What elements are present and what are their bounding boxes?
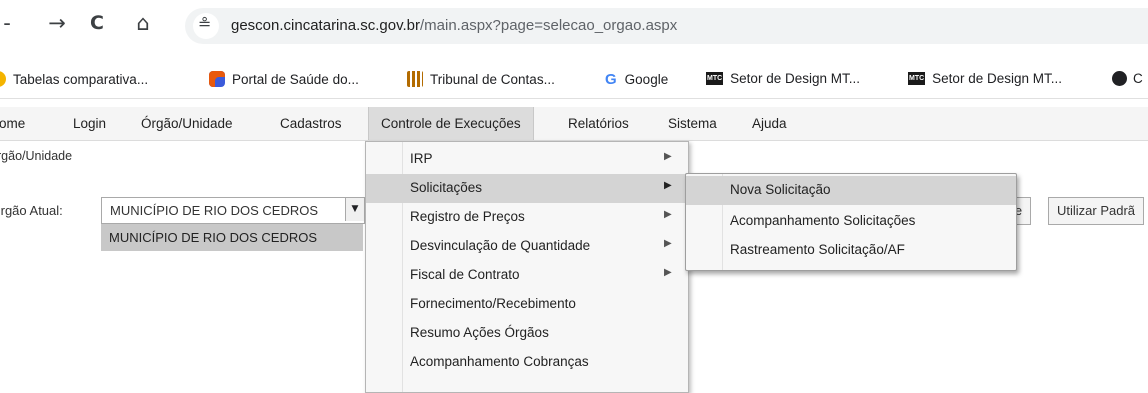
dropdown-item-label: IRP [410, 151, 433, 166]
dropdown-item-irp[interactable]: IRP ▶ [366, 145, 688, 174]
submenu-item-rastreamento[interactable]: Rastreamento Solicitação/AF [686, 236, 1016, 265]
menu-orgao-unidade[interactable]: Órgão/Unidade [141, 116, 233, 131]
browser-toolbar: - → C ⌂ ≗ gescon.cincatarina.sc.gov.br/m… [0, 0, 1148, 64]
dropdown-item-desvinculacao[interactable]: Desvinculação de Quantidade ▶ [366, 232, 688, 261]
url-text: gescon.cincatarina.sc.gov.br/main.aspx?p… [231, 17, 677, 34]
google-icon: G [605, 71, 617, 88]
menu-ajuda[interactable]: Ajuda [752, 116, 787, 131]
chevron-down-icon[interactable]: ▼ [345, 198, 364, 221]
address-bar[interactable]: ≗ gescon.cincatarina.sc.gov.br/main.aspx… [185, 8, 1148, 44]
bookmark-item[interactable]: G Google [605, 71, 668, 88]
mtc-icon: MTC [908, 72, 926, 85]
bookmark-item[interactable]: Portal de Saúde do... [209, 71, 359, 87]
dropdown-item-label: Acompanhamento Cobranças [410, 354, 589, 369]
bookmark-label: C [1133, 71, 1143, 86]
url-path: /main.aspx?page=selecao_orgao.aspx [420, 17, 678, 34]
orgao-select-value: MUNICÍPIO DE RIO DOS CEDROS [110, 203, 319, 218]
submenu-item-acompanhamento[interactable]: Acompanhamento Solicitações [686, 207, 1016, 236]
chevron-right-icon: ▶ [664, 267, 672, 278]
menu-cadastros[interactable]: Cadastros [280, 116, 342, 131]
submenu-item-nova-solicitacao[interactable]: Nova Solicitação [686, 176, 1016, 205]
dropdown-item-fornecimento[interactable]: Fornecimento/Recebimento [366, 290, 688, 319]
dropdown-item-label: Fornecimento/Recebimento [410, 296, 576, 311]
menu-relatorios[interactable]: Relatórios [568, 116, 629, 131]
bookmark-item[interactable]: C [1112, 71, 1143, 86]
chevron-right-icon: ▶ [664, 180, 672, 191]
bookmark-label: Setor de Design MT... [730, 71, 860, 86]
reload-button[interactable]: C [84, 10, 110, 36]
breadcrumb: rgão/Unidade [0, 149, 73, 163]
chevron-right-icon: ▶ [664, 209, 672, 220]
utilizar-padrao-button[interactable]: Utilizar Padrã [1048, 197, 1145, 225]
orgao-option[interactable]: MUNICÍPIO DE RIO DOS CEDROS [101, 224, 363, 251]
dropdown-item-label: Resumo Ações Órgãos [410, 325, 549, 340]
bookmark-label: Google [624, 72, 669, 87]
bookmark-item[interactable]: Tabelas comparativa... [0, 71, 148, 87]
url-host: gescon.cincatarina.sc.gov.br [231, 17, 420, 34]
bookmark-item[interactable]: MTC Setor de Design MT... [706, 71, 860, 86]
bookmark-label: Tribunal de Contas... [430, 71, 555, 87]
chevron-right-icon: ▶ [664, 151, 672, 162]
bookmarks-bar: Tabelas comparativa... Portal de Saúde d… [0, 64, 1148, 99]
dropdown-item-acompanhamento-cobrancas[interactable]: Acompanhamento Cobranças [366, 348, 688, 377]
bookmark-label: Setor de Design MT... [932, 71, 1062, 86]
menu-controle-execucoes[interactable]: Controle de Execuções [368, 107, 534, 140]
dropdown-item-label: Solicitações [410, 180, 483, 195]
menubar: ome Login Órgão/Unidade Cadastros Contro… [0, 107, 1148, 141]
menu-home[interactable]: ome [0, 116, 25, 131]
dropdown-item-label: Fiscal de Contrato [410, 267, 520, 282]
forward-button[interactable]: → [44, 10, 70, 36]
bookmark-item[interactable]: MTC Setor de Design MT... [908, 71, 1062, 86]
dropdown-item-solicitacoes[interactable]: Solicitações ▶ [366, 174, 688, 203]
solicitacoes-submenu: Nova Solicitação Acompanhamento Solicita… [685, 173, 1017, 271]
globe-icon [1112, 71, 1127, 86]
mtc-icon: MTC [706, 72, 724, 85]
dropdown-item-label: Desvinculação de Quantidade [410, 238, 591, 253]
submenu-item-label: Nova Solicitação [730, 182, 831, 197]
bookmark-label: Tabelas comparativa... [13, 71, 149, 87]
bookmark-icon [0, 71, 6, 87]
site-info-icon[interactable]: ≗ [193, 13, 219, 39]
submenu-item-label: Rastreamento Solicitação/AF [730, 242, 905, 257]
orgao-select[interactable]: MUNICÍPIO DE RIO DOS CEDROS ▼ [101, 197, 365, 224]
controle-execucoes-dropdown: IRP ▶ Solicitações ▶ Registro de Preços … [365, 141, 689, 393]
bookmark-label: Portal de Saúde do... [232, 71, 359, 87]
dropdown-item-fiscal-contrato[interactable]: Fiscal de Contrato ▶ [366, 261, 688, 290]
dropdown-item-resumo-acoes[interactable]: Resumo Ações Órgãos [366, 319, 688, 348]
back-button[interactable]: - [0, 10, 14, 36]
dropdown-item-registro-precos[interactable]: Registro de Preços ▶ [366, 203, 688, 232]
puzzle-icon [209, 71, 225, 87]
menu-login[interactable]: Login [73, 116, 106, 131]
columns-icon [407, 71, 423, 87]
home-button[interactable]: ⌂ [130, 10, 156, 36]
dropdown-item-label: Registro de Preços [410, 209, 525, 224]
menu-sistema[interactable]: Sistema [668, 116, 717, 131]
orgao-option-label: MUNICÍPIO DE RIO DOS CEDROS [109, 230, 318, 245]
orgao-label: Irgão Atual: [0, 203, 63, 218]
bookmark-item[interactable]: Tribunal de Contas... [407, 71, 555, 87]
chevron-right-icon: ▶ [664, 238, 672, 249]
submenu-item-label: Acompanhamento Solicitações [730, 213, 916, 228]
